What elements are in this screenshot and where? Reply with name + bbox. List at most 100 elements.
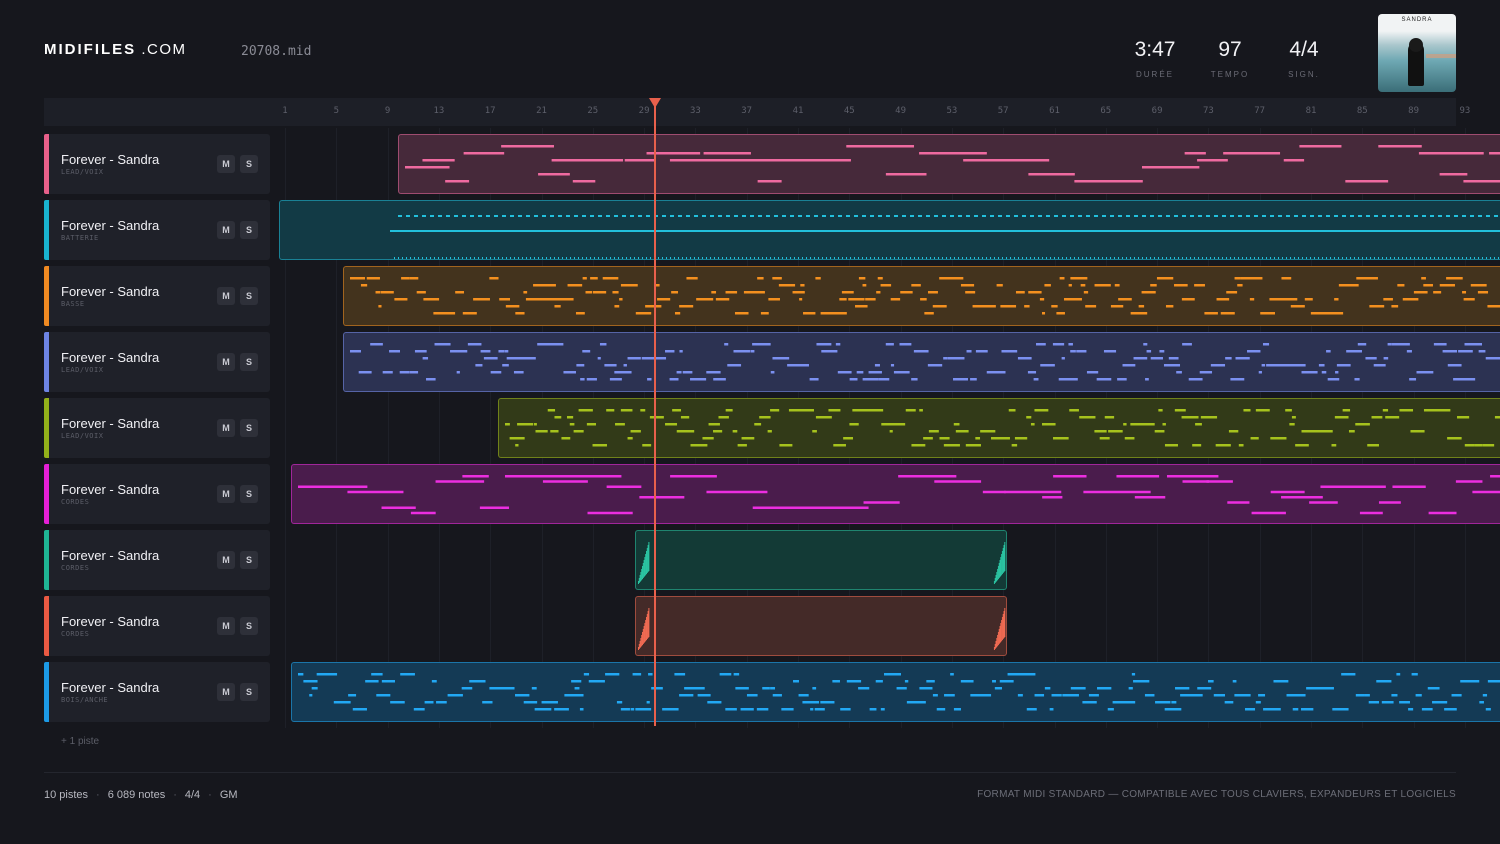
midi-note — [554, 708, 570, 711]
solo-button[interactable]: S — [240, 551, 258, 569]
mute-button[interactable]: M — [217, 353, 235, 371]
midi-note — [952, 378, 968, 381]
midi-note — [1439, 284, 1455, 287]
midi-note — [1405, 215, 1410, 217]
midi-note — [490, 371, 501, 374]
solo-button[interactable]: S — [240, 683, 258, 701]
midi-clip[interactable] — [635, 596, 1008, 656]
midi-clip[interactable] — [635, 530, 1008, 590]
track-header[interactable]: Forever - Sandra LEAD/VOIX M S — [44, 134, 270, 194]
midi-note — [605, 673, 620, 676]
midi-note — [388, 350, 400, 353]
playhead-line[interactable] — [654, 104, 656, 726]
tempo-value: 97 — [1218, 38, 1242, 61]
site-logo[interactable]: MIDIFILES .COM — [44, 41, 187, 58]
midi-note — [1399, 284, 1405, 287]
solo-button[interactable]: S — [240, 485, 258, 503]
midi-note — [741, 437, 755, 440]
midi-note — [1141, 215, 1146, 217]
midi-clip[interactable] — [397, 134, 1500, 194]
track-header[interactable]: Forever - Sandra CORDES M S — [44, 464, 270, 524]
midi-note — [533, 423, 537, 426]
midi-note — [409, 371, 418, 374]
midi-clip[interactable] — [291, 464, 1500, 524]
midi-note — [1479, 701, 1485, 704]
track-header[interactable]: Forever - Sandra LEAD/VOIX M S — [44, 398, 270, 458]
midi-note — [1406, 350, 1412, 353]
solo-button[interactable]: S — [240, 617, 258, 635]
midi-note — [1221, 215, 1226, 217]
midi-note — [770, 371, 775, 374]
midi-note — [597, 257, 599, 259]
footer-note-count: 6 089 notes — [107, 789, 166, 801]
midi-note — [581, 257, 583, 259]
mute-button[interactable]: M — [217, 155, 235, 173]
midi-note — [1468, 378, 1475, 381]
midi-note — [1051, 694, 1063, 697]
mute-button[interactable]: M — [217, 419, 235, 437]
midi-note — [1144, 378, 1149, 381]
mute-button[interactable]: M — [217, 683, 235, 701]
mute-button[interactable]: M — [217, 287, 235, 305]
midi-note — [515, 312, 525, 315]
midi-note — [1068, 284, 1072, 287]
midi-note — [1229, 215, 1234, 217]
track-header[interactable]: Forever - Sandra BATTERIE M S — [44, 200, 270, 260]
midi-note — [944, 694, 956, 697]
solo-button[interactable]: S — [240, 287, 258, 305]
midi-note — [1017, 257, 1019, 259]
midi-note — [1077, 215, 1082, 217]
midi-clip[interactable] — [497, 398, 1500, 458]
solo-button[interactable]: S — [240, 419, 258, 437]
midi-note — [382, 680, 396, 683]
midi-note — [397, 257, 399, 259]
more-tracks-link[interactable]: + 1 piste — [61, 736, 99, 747]
midi-clip[interactable] — [342, 266, 1500, 326]
midi-note — [1056, 312, 1065, 315]
midi-note — [865, 257, 867, 259]
track-header[interactable]: Forever - Sandra BOIS/ANCHE M S — [44, 662, 270, 722]
midi-note — [1013, 215, 1018, 217]
track-color-bar — [44, 530, 49, 590]
solo-button[interactable]: S — [240, 221, 258, 239]
track-header[interactable]: Forever - Sandra CORDES M S — [44, 596, 270, 656]
solo-button[interactable]: S — [240, 353, 258, 371]
mute-button[interactable]: M — [217, 485, 235, 503]
midi-note — [941, 215, 946, 217]
midi-note — [661, 215, 666, 217]
midi-note — [1039, 298, 1044, 301]
midi-note — [1133, 215, 1138, 217]
midi-note — [1149, 284, 1157, 287]
midi-note — [1130, 312, 1147, 315]
midi-note — [404, 166, 450, 169]
playhead-handle[interactable] — [649, 98, 661, 108]
midi-note — [1417, 257, 1419, 259]
midi-note — [1163, 364, 1180, 367]
midi-note — [1153, 257, 1155, 259]
ruler-tick: 65 — [1100, 106, 1112, 116]
solo-button[interactable]: S — [240, 155, 258, 173]
mute-button[interactable]: M — [217, 221, 235, 239]
midi-note — [597, 215, 602, 217]
track-header[interactable]: Forever - Sandra BASSE M S — [44, 266, 270, 326]
midi-note — [1050, 708, 1054, 711]
midi-note — [703, 152, 751, 155]
midi-note — [1093, 257, 1095, 259]
midi-note — [858, 277, 866, 280]
mute-button[interactable]: M — [217, 551, 235, 569]
midi-note — [1357, 215, 1362, 217]
mute-button[interactable]: M — [217, 617, 235, 635]
midi-note — [571, 680, 582, 683]
midi-note — [725, 708, 738, 711]
midi-clip[interactable] — [291, 662, 1500, 722]
track-header[interactable]: Forever - Sandra CORDES M S — [44, 530, 270, 590]
midi-clip[interactable] — [278, 200, 1500, 260]
midi-clip[interactable] — [342, 332, 1500, 392]
midi-note — [1410, 430, 1425, 433]
midi-note — [477, 215, 482, 217]
midi-note — [1457, 350, 1473, 353]
midi-note — [1125, 215, 1130, 217]
track-header[interactable]: Forever - Sandra LEAD/VOIX M S — [44, 332, 270, 392]
ruler-tick: 41 — [792, 106, 804, 116]
midi-note — [966, 350, 972, 353]
